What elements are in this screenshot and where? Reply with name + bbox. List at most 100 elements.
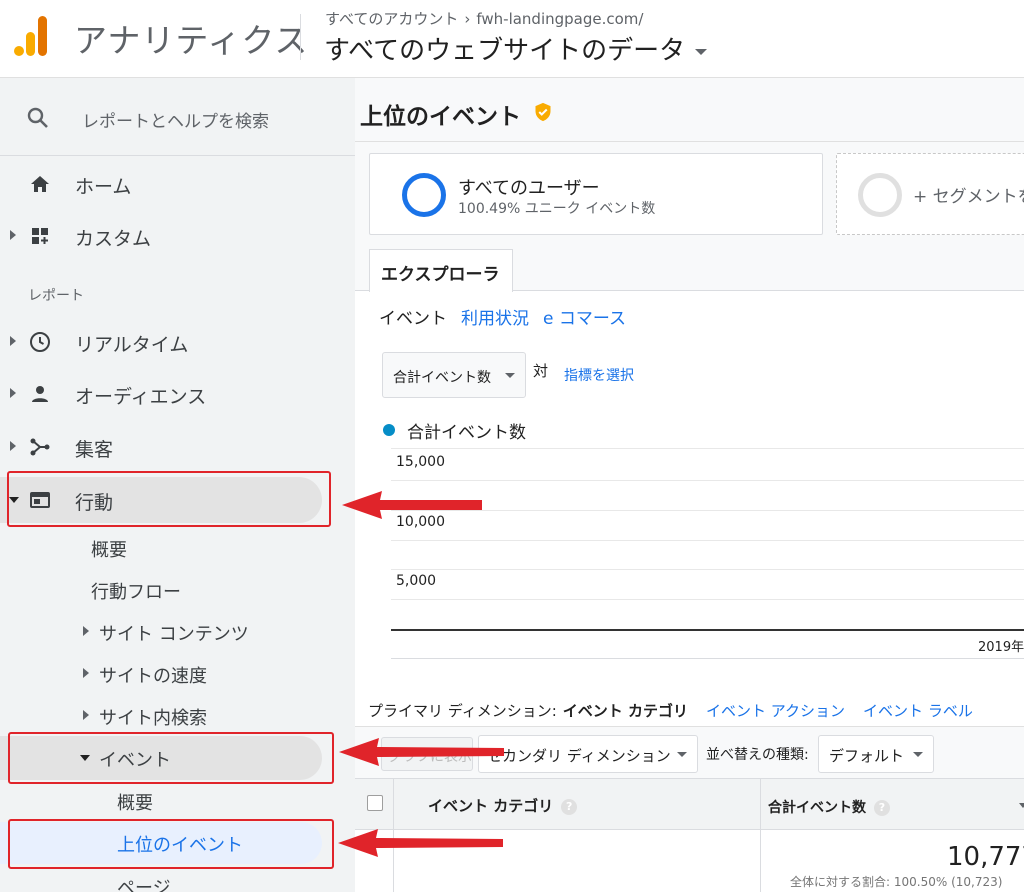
sidebar-item-events-overview[interactable]: 概要	[0, 779, 355, 821]
sort-desc-icon[interactable]	[1019, 803, 1024, 808]
sort-type-value: デフォルト	[829, 747, 905, 765]
column-header-label: イベント カテゴリ	[428, 797, 554, 815]
sidebar-item-label: サイトの速度	[99, 666, 207, 687]
sidebar-item-label: サイト内検索	[99, 708, 207, 729]
sidebar-item-audience[interactable]: オーディエンス	[0, 370, 355, 418]
annotation-arrow-top-events	[338, 829, 503, 857]
chevron-down-icon	[677, 752, 687, 757]
sidebar-item-label: 集客	[75, 439, 114, 461]
view-selector[interactable]: すべてのウェブサイトのデータ	[324, 30, 708, 67]
metric-select-value: 合計イベント数	[393, 370, 491, 386]
sidebar-item-events-pages[interactable]: ページ	[0, 864, 355, 892]
verified-shield-icon[interactable]	[533, 102, 553, 122]
sidebar-item-realtime[interactable]: リアルタイム	[0, 318, 355, 366]
sort-type-select[interactable]: デフォルト	[818, 735, 934, 773]
chart-baseline	[391, 629, 1024, 631]
breadcrumb[interactable]: すべてのアカウント › fwh-landingpage.com/	[325, 8, 643, 29]
help-icon[interactable]: ?	[874, 800, 890, 816]
search-placeholder: レポートとヘルプを検索	[82, 112, 269, 132]
app-title[interactable]: アナリティクス	[74, 14, 308, 62]
sidebar-item-acquisition[interactable]: 集客	[0, 423, 355, 471]
column-header-event-category[interactable]: イベント カテゴリ?	[428, 795, 578, 816]
main-content: 上位のイベント すべてのユーザー 100.49% ユニーク イベント数 + セグ…	[355, 78, 1024, 892]
analytics-logo-icon[interactable]	[14, 16, 50, 56]
chevron-right-icon	[10, 441, 16, 451]
primary-dimension-label: プライマリ ディメンション:	[368, 702, 557, 720]
column-divider	[393, 779, 394, 831]
gridline	[391, 448, 1024, 449]
segment-name: すべてのユーザー	[458, 178, 600, 199]
sidebar-item-label: カスタム	[75, 228, 152, 250]
select-all-checkbox[interactable]	[367, 795, 383, 811]
sidebar-search[interactable]: レポートとヘルプを検索	[0, 78, 355, 156]
sidebar-item-label: 概要	[117, 793, 153, 814]
tab-strip: エクスプローラ	[355, 242, 1024, 292]
dimension-event-label[interactable]: イベント ラベル	[863, 702, 973, 720]
view-title: すべてのウェブサイトのデータ	[324, 36, 686, 66]
chart-bottom-border	[391, 658, 1024, 659]
subtab-ecommerce[interactable]: e コマース	[543, 309, 626, 329]
highlight-box-top-events	[8, 819, 334, 869]
events-line-chart: 15,000 10,000 5,000 2019年	[391, 448, 1024, 663]
sidebar-item-label: サイト コンテンツ	[99, 624, 249, 645]
sidebar-item-site-content[interactable]: サイト コンテンツ	[0, 610, 355, 652]
highlight-box-behavior	[7, 471, 331, 527]
tab-explorer[interactable]: エクスプローラ	[369, 249, 513, 292]
highlight-box-events	[8, 732, 334, 784]
metric-select[interactable]: 合計イベント数	[382, 352, 526, 398]
sidebar-item-site-speed[interactable]: サイトの速度	[0, 652, 355, 694]
gridline	[391, 480, 1024, 481]
sidebar-item-custom[interactable]: カスタム	[0, 212, 355, 260]
clock-icon	[30, 332, 50, 352]
choose-metric-link[interactable]: 指標を選択	[564, 365, 634, 385]
person-icon	[32, 386, 48, 402]
header-divider	[300, 14, 301, 60]
gridline	[391, 540, 1024, 541]
breadcrumb-account[interactable]: すべてのアカウント	[325, 10, 458, 28]
annotation-arrow-events	[339, 738, 504, 766]
y-tick-label: 15,000	[396, 454, 445, 470]
section-label-reports: レポート	[28, 288, 84, 304]
sidebar-item-label: ホーム	[75, 176, 132, 198]
page-title: 上位のイベント	[360, 104, 521, 130]
column-header-total-events[interactable]: 合計イベント数?	[768, 797, 890, 817]
gridline	[391, 569, 1024, 570]
help-icon[interactable]: ?	[561, 798, 578, 815]
dimension-event-action[interactable]: イベント アクション	[706, 702, 845, 720]
total-events-value: 10,777	[947, 842, 1024, 872]
sidebar-item-site-search[interactable]: サイト内検索	[0, 694, 355, 736]
breadcrumb-property[interactable]: fwh-landingpage.com/	[476, 10, 643, 28]
app-header: アナリティクス すべてのアカウント › fwh-landingpage.com/ す…	[0, 0, 1024, 78]
chevron-right-icon	[83, 668, 89, 678]
chevron-down-icon	[505, 373, 515, 378]
explorer-subtabs: イベント 利用状況 e コマース	[379, 304, 640, 329]
vs-label: 対	[533, 362, 549, 380]
subtab-events[interactable]: イベント	[379, 309, 447, 329]
table-header: イベント カテゴリ? 合計イベント数?	[355, 778, 1024, 831]
segment-area: すべてのユーザー 100.49% ユニーク イベント数 + セグメントを	[355, 142, 1024, 242]
sidebar-item-label: リアルタイム	[75, 334, 189, 356]
segment-placeholder-icon	[858, 173, 902, 217]
sidebar-item-label: 概要	[91, 540, 127, 561]
segment-subtitle: 100.49% ユニーク イベント数	[458, 201, 656, 217]
dimension-event-category[interactable]: イベント カテゴリ	[563, 702, 688, 720]
chevron-right-icon	[10, 230, 16, 240]
column-header-label: 合計イベント数	[768, 800, 866, 816]
chevron-right-icon	[10, 388, 16, 398]
segment-card-all-users[interactable]: すべてのユーザー 100.49% ユニーク イベント数	[369, 153, 823, 235]
column-divider	[760, 779, 761, 831]
sidebar-item-home[interactable]: ホーム	[0, 160, 355, 208]
add-segment-button[interactable]: + セグメントを	[836, 153, 1024, 235]
subtab-usage[interactable]: 利用状況	[461, 309, 529, 329]
sidebar-item-behavior-overview[interactable]: 概要	[0, 526, 355, 568]
annotation-arrow-behavior	[342, 491, 482, 519]
chevron-down-icon	[695, 48, 708, 55]
chevron-down-icon	[913, 752, 923, 757]
sidebar-item-behavior-flow[interactable]: 行動フロー	[0, 568, 355, 610]
breadcrumb-separator: ›	[464, 10, 471, 28]
sort-type-label: 並べ替えの種類:	[706, 747, 809, 763]
secondary-dimension-select[interactable]: セカンダリ ディメンション	[478, 735, 698, 773]
x-tick-label: 2019年	[978, 640, 1024, 655]
sidebar: レポートとヘルプを検索 ホーム カスタム レポート リアルタイム オーディエンス…	[0, 78, 355, 892]
legend-dot	[383, 424, 395, 436]
